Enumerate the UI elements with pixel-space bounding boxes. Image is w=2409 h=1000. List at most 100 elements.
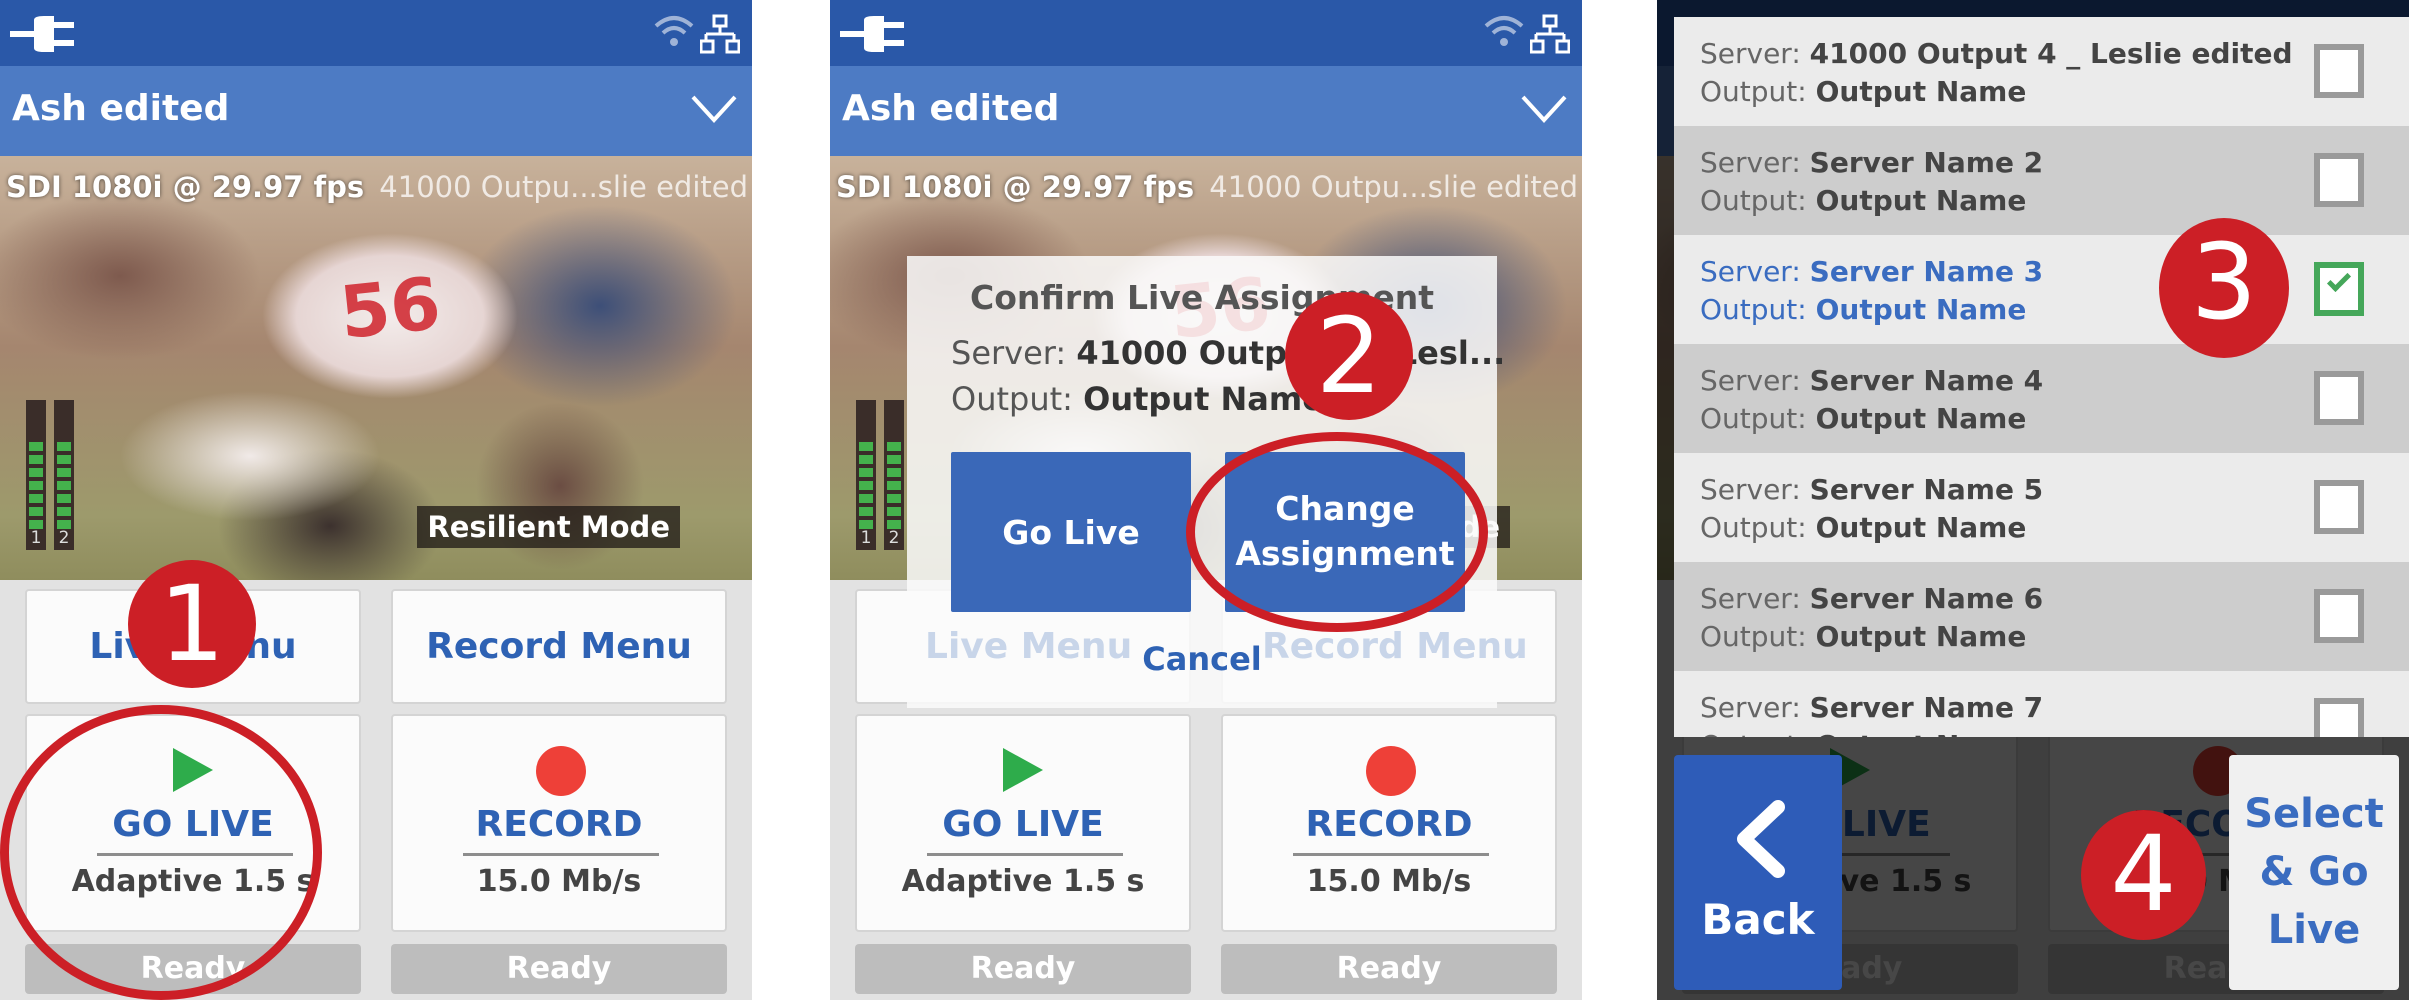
server-name: 41000 Output 4 _ Leslie edited: [1809, 37, 2293, 70]
video-preview: 56 SDI 1080i @ 29.97 fps 41000 Outpu...s…: [0, 156, 752, 580]
output-line: Output: Output Name: [1700, 729, 2026, 737]
record-dot-icon: [1366, 746, 1416, 796]
server-line: Server: Server Name 3: [1700, 255, 2043, 288]
output-name: Output Name: [1815, 293, 2027, 326]
record-title: RECORD: [475, 804, 643, 845]
server-list-item[interactable]: Server: Server Name 3 Output: Output Name: [1674, 235, 2409, 344]
server-label: Server:: [1700, 582, 1801, 615]
output-line: Output: Output Name: [1700, 402, 2026, 435]
audio-level-segment: [887, 481, 901, 490]
back-button[interactable]: Back: [1674, 755, 1842, 990]
audio-level-segment: [859, 455, 873, 464]
status-bar-top: [830, 0, 1582, 66]
server-list-item[interactable]: Server: Server Name 5 Output: Output Name: [1674, 453, 2409, 562]
dialog-output-line: Output: Output Name: [951, 380, 1324, 418]
record-button[interactable]: RECORD 15.0 Mb/s: [1221, 714, 1557, 932]
record-menu-button[interactable]: Record Menu: [391, 589, 727, 704]
go-live-button[interactable]: GO LIVE Adaptive 1.5 s: [855, 714, 1191, 932]
device-selector[interactable]: Ash edited: [0, 66, 752, 156]
chevron-down-icon[interactable]: [1520, 94, 1568, 124]
network-icon: [1530, 14, 1570, 54]
record-status: Ready: [1221, 944, 1557, 994]
latency-value: Adaptive 1.5 s: [901, 864, 1145, 899]
audio-level-segment: [57, 520, 71, 529]
server-name: Server Name 2: [1809, 146, 2044, 179]
screen-step-2: Ash edited 56 SDI 1080i @ 29.97 fps 4100…: [830, 0, 1582, 1000]
audio-meter-channel-2: 2: [884, 400, 904, 550]
output-name: Output Name: [1815, 511, 2027, 544]
server-output-list[interactable]: Server: 41000 Output 4 _ Leslie edited Ou…: [1674, 17, 2409, 737]
audio-level-segment: [57, 481, 71, 490]
audio-meter-channel-1: 1: [856, 400, 876, 550]
server-list-item[interactable]: Server: Server Name 6 Output: Output Name: [1674, 562, 2409, 671]
server-list-item[interactable]: Server: Server Name 2 Output: Output Name: [1674, 126, 2409, 235]
video-format-label: SDI 1080i @ 29.97 fps: [6, 170, 365, 204]
step-2-badge: 2: [1285, 292, 1413, 420]
step-3-badge: 3: [2159, 218, 2289, 358]
output-name: Output Name: [1815, 75, 2027, 108]
server-checkbox[interactable]: [2314, 262, 2364, 316]
divider: [463, 853, 659, 856]
server-checkbox[interactable]: [2314, 480, 2364, 534]
output-line: Output: Output Name: [1700, 75, 2026, 108]
chevron-down-icon[interactable]: [690, 94, 738, 124]
change-assignment-highlight-ring: [1186, 432, 1488, 632]
output-label: Output:: [1700, 729, 1807, 737]
record-button[interactable]: RECORD 15.0 Mb/s: [391, 714, 727, 932]
server-line: Server: Server Name 4: [1700, 364, 2043, 397]
live-menu-label-behind-dialog: Live Menu: [925, 626, 1133, 667]
server-checkbox[interactable]: [2314, 44, 2364, 98]
audio-level-segment: [57, 442, 71, 451]
video-server-label: 41000 Outpu...slie edited: [1209, 170, 1578, 204]
audio-channel-label: 1: [860, 528, 872, 548]
server-list-item[interactable]: Server: Server Name 7Output: Output Name: [1674, 671, 2409, 737]
output-name: Output Name: [1816, 729, 2027, 737]
audio-level-segment: [887, 455, 901, 464]
server-name: Server Name 7: [1809, 691, 2044, 724]
divider: [927, 853, 1123, 856]
server-label: Server:: [1700, 146, 1801, 179]
go-live-highlight-ring: [0, 705, 322, 1000]
audio-level-segment: [57, 507, 71, 516]
server-name: Server Name 5: [1809, 473, 2044, 506]
server-label: Server:: [1700, 255, 1801, 288]
server-line: Server: Server Name 2: [1700, 146, 2043, 179]
bitrate-value: 15.0 Mb/s: [1306, 864, 1472, 899]
output-label: Output:: [1700, 402, 1807, 435]
dialog-go-live-button[interactable]: Go Live: [951, 452, 1191, 612]
output-label: Output:: [1700, 293, 1807, 326]
audio-level-segment: [859, 468, 873, 477]
output-label: Output:: [1700, 511, 1807, 544]
server-checkbox[interactable]: [2314, 589, 2364, 643]
play-icon: [1003, 748, 1043, 792]
device-selector[interactable]: Ash edited: [830, 66, 1582, 156]
audio-level-segment: [57, 468, 71, 477]
server-name: Server Name 3: [1809, 255, 2044, 288]
output-name: Output Name: [1815, 620, 2027, 653]
record-status: Ready: [391, 944, 727, 994]
audio-level-segment: [887, 520, 901, 529]
audio-level-segment: [887, 442, 901, 451]
step-4-badge: 4: [2081, 810, 2206, 940]
plug-icon: [840, 16, 904, 52]
audio-meter: 1 2: [26, 400, 76, 550]
output-label: Output:: [1700, 75, 1807, 108]
server-checkbox[interactable]: [2314, 371, 2364, 425]
dialog-title: Confirm Live Assignment: [970, 278, 1434, 317]
server-list-item[interactable]: Server: Server Name 4 Output: Output Name: [1674, 344, 2409, 453]
server-checkbox[interactable]: [2314, 153, 2364, 207]
output-name: Output Name: [1815, 184, 2027, 217]
output-name: Output Name: [1815, 402, 2027, 435]
wifi-icon: [654, 16, 694, 46]
output-line: Output: Output Name: [1700, 620, 2026, 653]
audio-level-segment: [859, 481, 873, 490]
chevron-left-icon: [1737, 800, 1785, 878]
audio-channel-label: 1: [30, 528, 42, 548]
server-list-item[interactable]: Server: 41000 Output 4 _ Leslie edited Ou…: [1674, 17, 2409, 126]
audio-level-segment: [29, 520, 43, 529]
audio-meter-channel-1: 1: [26, 400, 46, 550]
select-and-go-live-button[interactable]: Select & Go Live: [2229, 755, 2399, 990]
server-label: Server:: [1700, 691, 1801, 724]
server-checkbox[interactable]: [2314, 698, 2364, 737]
audio-level-segment: [887, 494, 901, 503]
